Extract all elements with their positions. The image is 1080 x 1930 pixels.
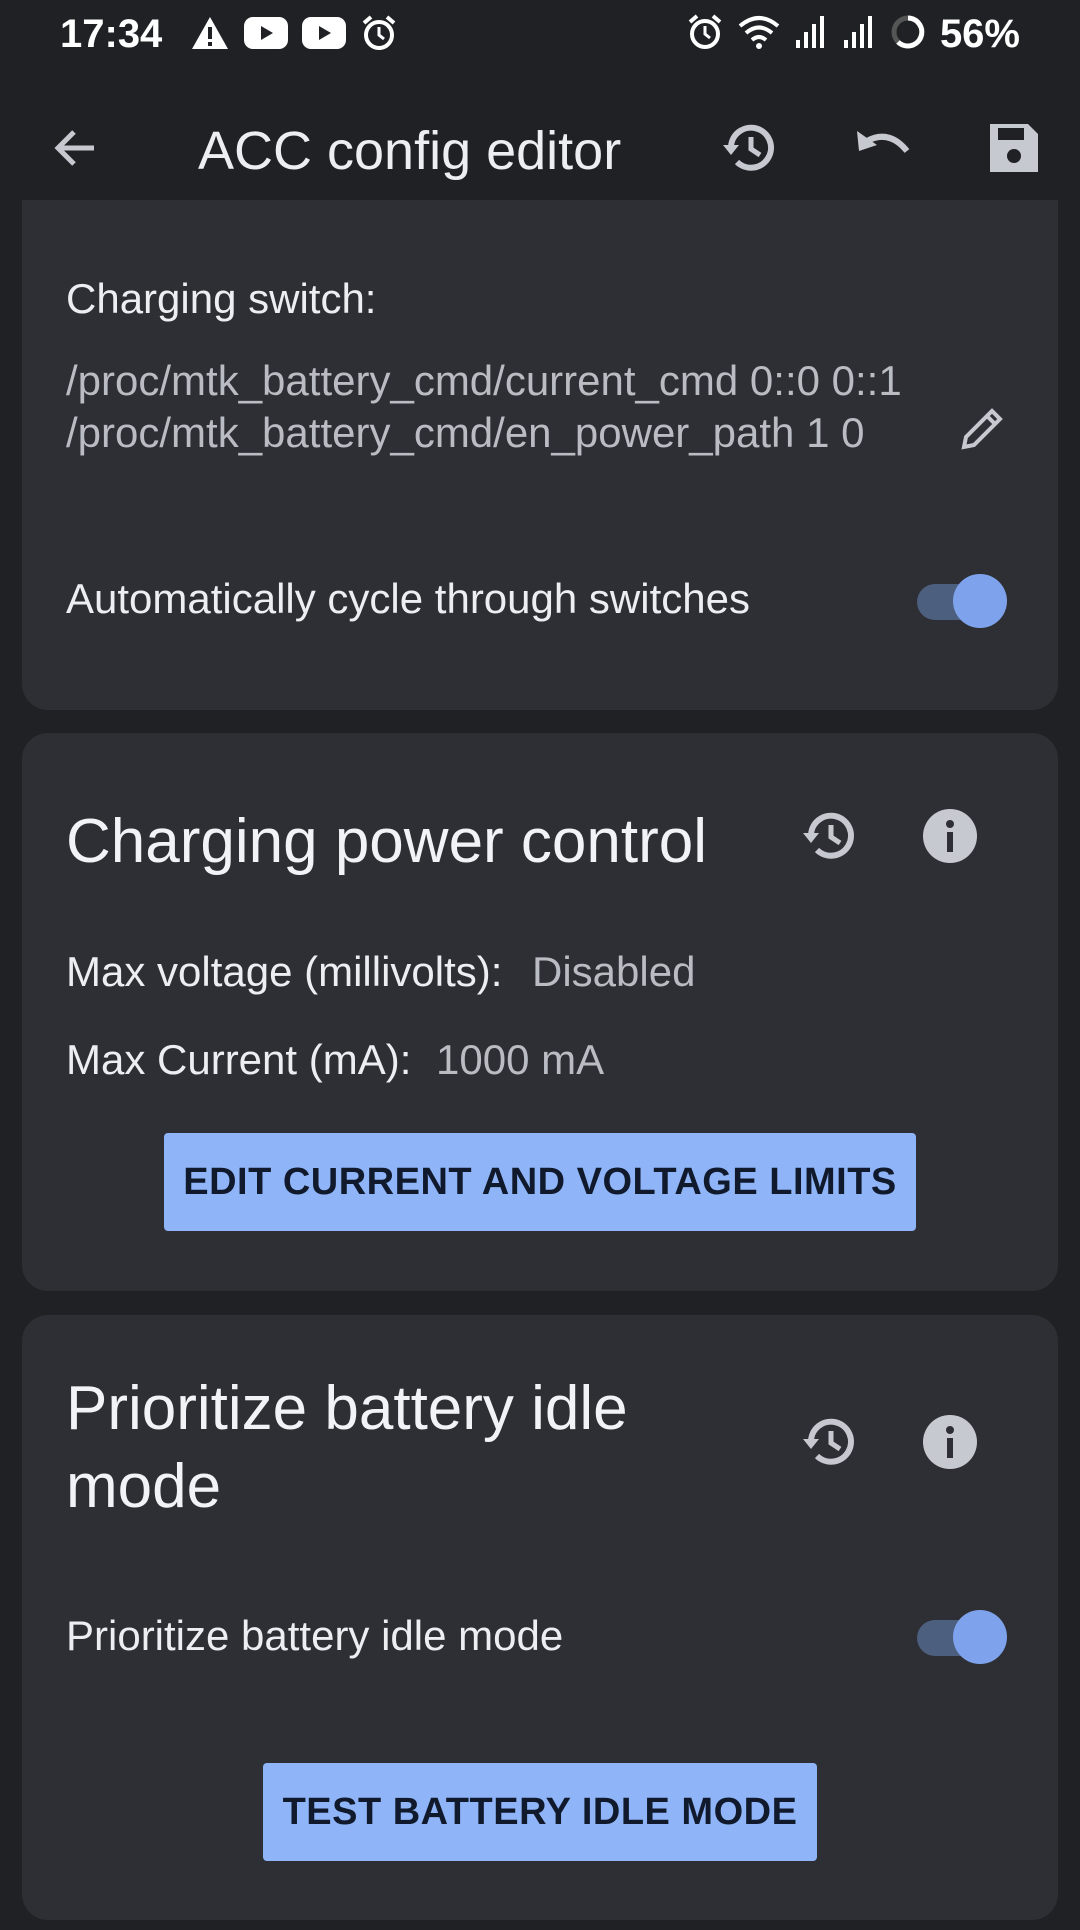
history-icon [719,117,781,184]
history-button[interactable] [718,118,782,182]
status-left-icons [190,14,398,57]
auto-cycle-toggle[interactable] [917,572,1011,630]
undo-button[interactable] [850,118,914,182]
idle-mode-toggle[interactable] [917,1608,1011,1666]
info-icon [921,807,979,870]
battery-percent: 56% [939,12,1020,56]
power-control-info-button[interactable] [915,803,985,873]
idle-mode-title: Prioritize battery idle mode [66,1374,628,1521]
idle-mode-history-button[interactable] [795,1409,865,1479]
edit-switch-button[interactable] [947,396,1017,466]
charging-switch-label: Charging switch: [66,275,377,322]
warning-icon [190,15,230,56]
history-icon [799,805,861,872]
status-right-icons: 56% [686,12,1020,57]
youtube-icon [302,17,346,54]
info-icon [921,1413,979,1476]
page-title: ACC config editor [198,121,622,181]
status-bar: 17:34 56% [0,0,1080,70]
max-current-value: 1000 mA [436,1036,605,1083]
max-current-label: Max Current (mA): [66,1036,412,1083]
idle-mode-info-button[interactable] [915,1409,985,1479]
alarm-icon [686,13,724,56]
power-control-card: Charging power control Max voltage (mill… [22,733,1058,1291]
charging-switch-card: Charging switch: /proc/mtk_battery_cmd/c… [22,200,1058,710]
max-voltage-label: Max voltage (millivolts): [66,948,503,995]
charging-switch-value: /proc/mtk_battery_cmd/current_cmd 0::0 0… [66,357,902,456]
signal-icon [842,14,876,55]
power-control-title: Charging power control [66,807,708,876]
back-button[interactable] [44,118,108,182]
battery-ring-icon [890,14,926,55]
save-icon [986,120,1042,181]
edit-limits-button[interactable]: EDIT CURRENT AND VOLTAGE LIMITS [164,1133,916,1231]
max-voltage-value: Disabled [532,948,696,995]
idle-mode-card: Prioritize battery idle mode Prioritize … [22,1315,1058,1920]
power-control-history-button[interactable] [795,803,865,873]
youtube-icon [244,17,288,54]
toggle-thumb [953,1610,1007,1664]
wifi-icon [738,14,780,55]
history-icon [799,1411,861,1478]
test-idle-mode-button[interactable]: TEST BATTERY IDLE MODE [263,1763,817,1861]
toggle-thumb [953,574,1007,628]
signal-icon [794,14,828,55]
auto-cycle-label: Automatically cycle through switches [66,575,750,622]
status-time: 17:34 [60,12,163,56]
back-arrow-icon [50,122,102,179]
alarm-icon [360,14,398,57]
undo-icon [851,117,913,184]
pencil-icon [956,403,1008,460]
save-button[interactable] [982,118,1046,182]
idle-mode-toggle-label: Prioritize battery idle mode [66,1612,564,1659]
